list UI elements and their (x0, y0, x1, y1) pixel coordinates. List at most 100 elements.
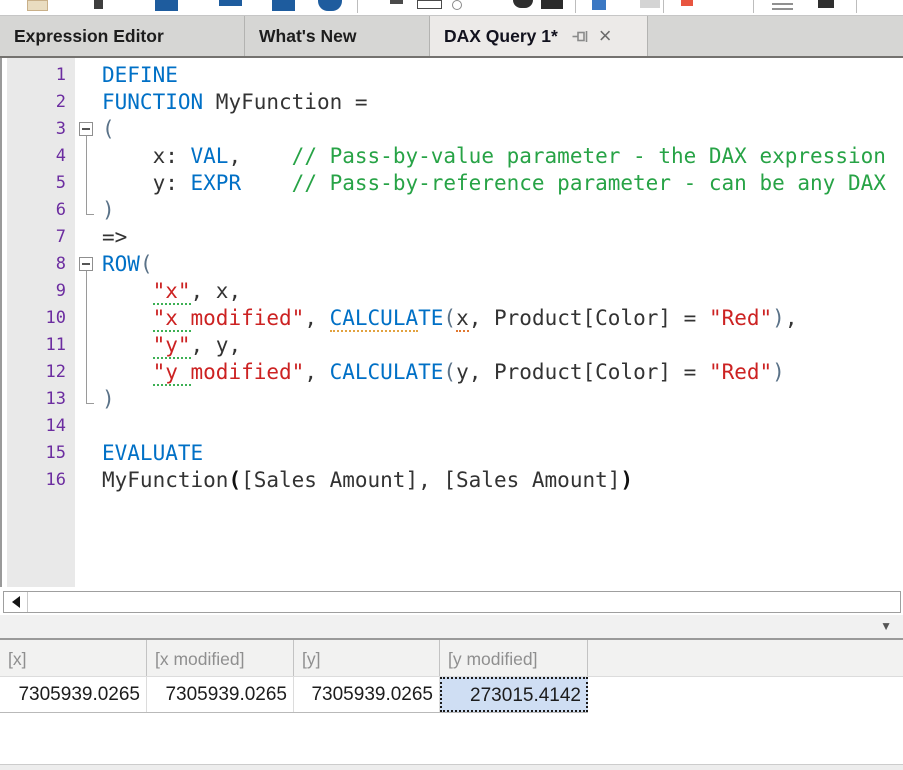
result-cell[interactable]: 7305939.0265 (0, 677, 147, 712)
toolbar-icon-fragment[interactable] (417, 0, 442, 9)
pin-icon[interactable] (572, 29, 589, 44)
code-line[interactable]: 5 y: EXPR // Pass-by-reference parameter… (2, 170, 903, 197)
column-header[interactable]: [x modified] (147, 640, 294, 676)
tab-expression-editor[interactable]: Expression Editor (0, 16, 245, 56)
code-line[interactable]: 10 "x modified", CALCULATE(x, Product[Co… (2, 305, 903, 332)
toolbar-icon-fragment[interactable] (818, 0, 834, 8)
code-line[interactable]: 2FUNCTION MyFunction = (2, 89, 903, 116)
line-number: 3 (2, 116, 75, 143)
code-editor[interactable]: 1DEFINE2FUNCTION MyFunction =3(4 x: VAL,… (0, 58, 903, 587)
fold-collapse-marker[interactable] (75, 116, 99, 143)
line-number: 6 (2, 197, 75, 224)
code-line[interactable]: 1 DEFINE (2, 62, 903, 89)
toolbar-separator (575, 0, 576, 13)
toolbar-icon-fragment[interactable] (513, 0, 533, 8)
result-cell-selected[interactable]: 273015.4142 (440, 677, 588, 712)
line-number: 10 (2, 305, 75, 332)
fold-margin (75, 359, 99, 386)
toolbar-icon-fragment[interactable] (318, 0, 342, 11)
tab-dax-query-1[interactable]: DAX Query 1* × (430, 16, 648, 56)
fold-margin (75, 62, 99, 89)
code-line[interactable]: 14 (2, 413, 903, 440)
close-icon[interactable]: × (599, 26, 612, 46)
fold-margin (75, 89, 99, 116)
chevron-down-icon[interactable]: ▼ (880, 619, 892, 633)
tab-label: Expression Editor (14, 26, 164, 47)
code-line[interactable]: 4 x: VAL, // Pass-by-value parameter - t… (2, 143, 903, 170)
fold-margin (75, 278, 99, 305)
toolbar-icon-fragment[interactable] (772, 8, 793, 10)
toolbar-icon-fragment[interactable] (155, 0, 178, 11)
line-number: 5 (2, 170, 75, 197)
toolbar-icon-fragment[interactable] (452, 0, 462, 10)
toolbar-icon-fragment[interactable] (541, 0, 563, 9)
toolbar-icon-fragment[interactable] (640, 0, 660, 8)
code-text (99, 413, 102, 440)
toolbar-icon-fragment[interactable] (681, 0, 693, 6)
code-line[interactable]: 6) (2, 197, 903, 224)
line-number: 4 (2, 143, 75, 170)
toolbar-icon-fragment[interactable] (219, 0, 242, 6)
code-line[interactable]: 13) (2, 386, 903, 413)
code-line[interactable]: 11 "y", y, (2, 332, 903, 359)
line-number: 13 (2, 386, 75, 413)
window-bottom-strip (0, 764, 903, 770)
tab-label: DAX Query 1* (444, 26, 558, 47)
line-number: 9 (2, 278, 75, 305)
code-text: DEFINE (99, 62, 178, 89)
toolbar-separator (663, 0, 664, 13)
result-cell[interactable]: 7305939.0265 (294, 677, 440, 712)
code-text: y: EXPR // Pass-by-reference parameter -… (99, 170, 886, 197)
toolbar-separator (357, 0, 358, 13)
line-number: 7 (2, 224, 75, 251)
code-line[interactable]: 8ROW( (2, 251, 903, 278)
fold-margin (75, 224, 99, 251)
code-line[interactable]: 15EVALUATE (2, 440, 903, 467)
code-line[interactable]: 7 => (2, 224, 903, 251)
line-number: 1 (2, 62, 75, 89)
code-text: "y", y, (99, 332, 241, 359)
app-window: Expression Editor What's New DAX Query 1* ×… (0, 0, 903, 770)
code-line[interactable]: 3( (2, 116, 903, 143)
tab-label: What's New (259, 26, 357, 47)
tab-what-s-new[interactable]: What's New (245, 16, 430, 56)
line-number: 8 (2, 251, 75, 278)
fold-margin (75, 197, 99, 224)
horizontal-scrollbar[interactable] (3, 591, 901, 613)
code-text: MyFunction([Sales Amount], [Sales Amount… (99, 467, 633, 494)
tab-bar: Expression Editor What's New DAX Query 1* × (0, 16, 903, 58)
fold-margin (75, 305, 99, 332)
toolbar-icon-fragment[interactable] (772, 3, 793, 5)
line-number: 15 (2, 440, 75, 467)
scroll-left-button[interactable] (4, 592, 28, 612)
fold-margin (75, 467, 99, 494)
toolbar-icon-fragment[interactable] (390, 0, 403, 4)
table-row: 7305939.02657305939.02657305939.02652730… (0, 677, 588, 713)
scrollbar-track[interactable] (28, 592, 900, 612)
results-splitter[interactable]: ▼ (0, 615, 903, 640)
fold-margin (75, 413, 99, 440)
toolbar-icon-fragment[interactable] (94, 0, 103, 9)
column-header[interactable]: [x] (0, 640, 147, 676)
toolbar-icon-fragment[interactable] (272, 0, 295, 11)
results-empty-area (0, 713, 903, 764)
result-cell[interactable]: 7305939.0265 (147, 677, 294, 712)
code-line[interactable]: 16MyFunction([Sales Amount], [Sales Amou… (2, 467, 903, 494)
code-text: => (99, 224, 127, 251)
code-text: x: VAL, // Pass-by-value parameter - the… (99, 143, 886, 170)
code-text: ( (99, 116, 115, 143)
results-row-wrap: 7305939.02657305939.02657305939.02652730… (0, 677, 903, 713)
toolbar-icon-fragment[interactable] (592, 0, 606, 10)
fold-margin (75, 332, 99, 359)
toolbar-icon-fragment[interactable] (27, 0, 48, 11)
column-header[interactable]: [y modified] (440, 640, 588, 676)
scroll-left-icon (12, 596, 20, 608)
fold-collapse-marker[interactable] (75, 251, 99, 278)
code-lines: 1DEFINE2FUNCTION MyFunction =3(4 x: VAL,… (2, 58, 903, 494)
code-text: FUNCTION MyFunction = (99, 89, 368, 116)
code-line[interactable]: 9 "x", x, (2, 278, 903, 305)
code-line[interactable]: 12 "y modified", CALCULATE(y, Product[Co… (2, 359, 903, 386)
line-number: 12 (2, 359, 75, 386)
column-header[interactable]: [y] (294, 640, 440, 676)
code-text: ) (99, 197, 115, 224)
